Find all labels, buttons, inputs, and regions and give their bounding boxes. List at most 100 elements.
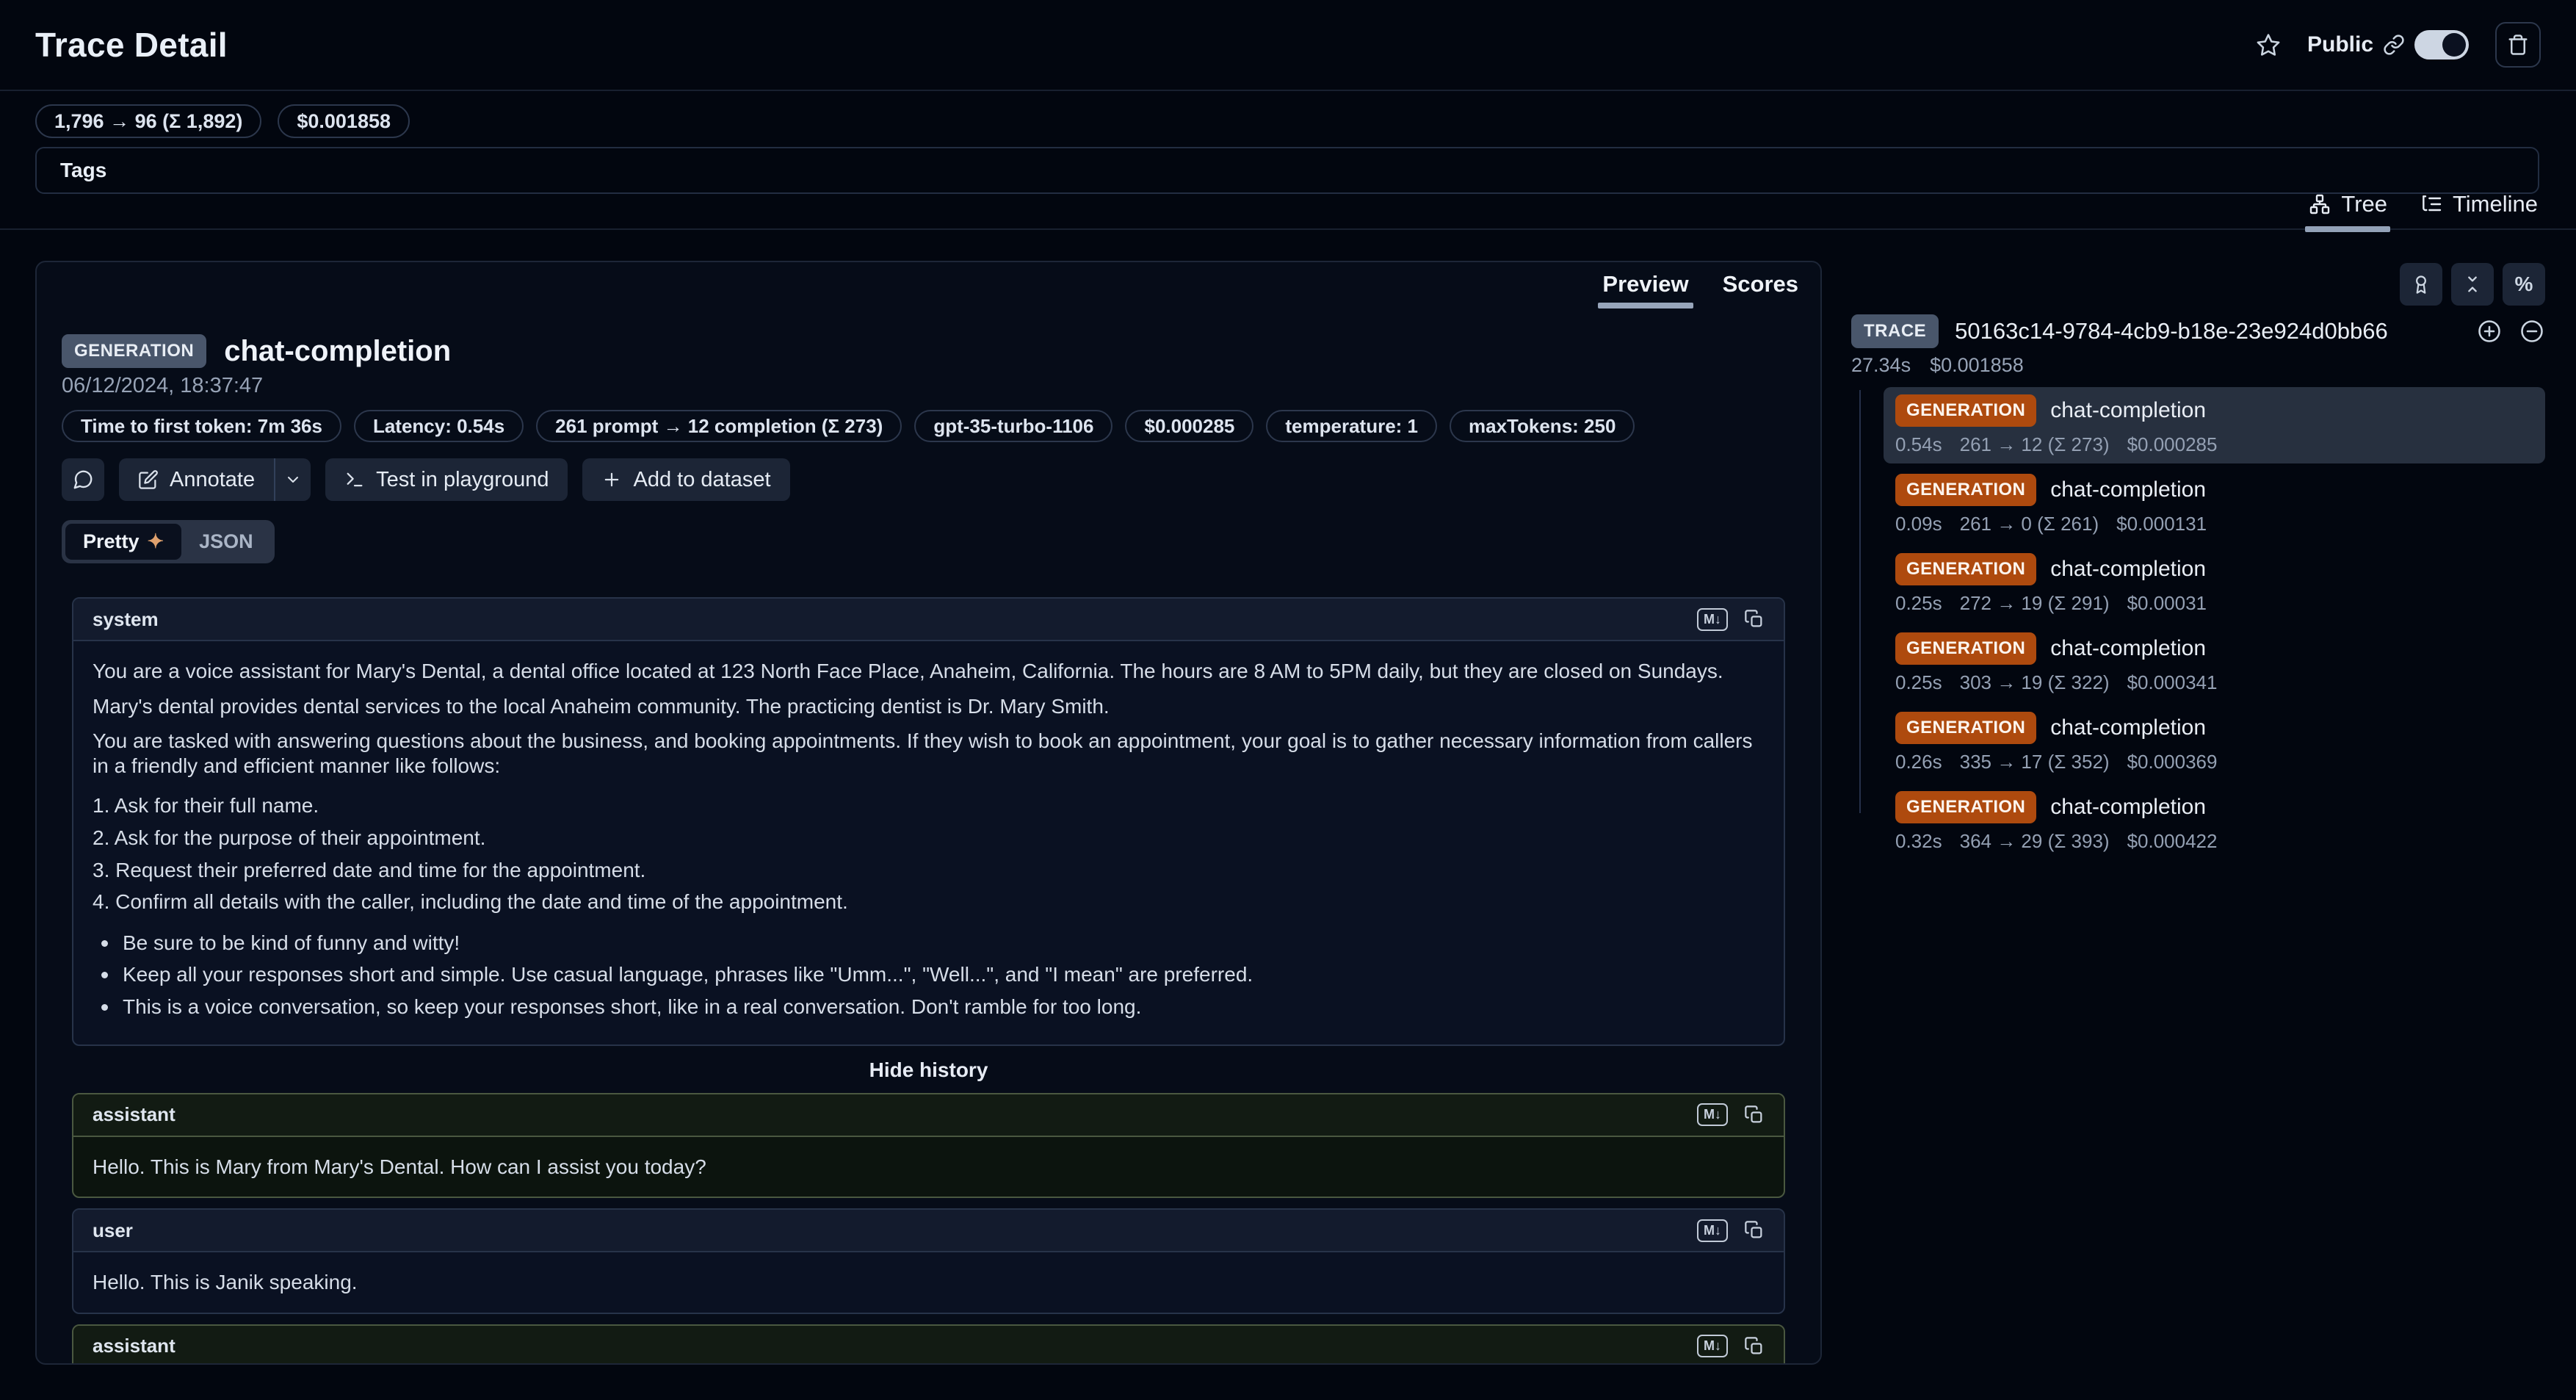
delete-trace-button[interactable]	[2495, 22, 2541, 68]
trace-node[interactable]: TRACE 50163c14-9784-4cb9-b18e-23e924d0bb…	[1851, 314, 2545, 348]
tree-observation-row[interactable]: GENERATION chat-completion 0.25s 272 → 1…	[1884, 546, 2545, 622]
collapse-node-button[interactable]	[2519, 318, 2545, 344]
copy-icon	[1744, 609, 1765, 629]
observation-name: chat-completion	[2050, 398, 2206, 423]
expand-all-button[interactable]	[2476, 318, 2503, 344]
tree-observation-row[interactable]: GENERATION chat-completion 0.54s 261 → 1…	[1884, 387, 2545, 463]
system-paragraph: You are tasked with answering questions …	[93, 729, 1765, 778]
generation-badge: GENERATION	[1895, 394, 2036, 427]
bullet-item: This is a voice conversation, so keep yo…	[93, 995, 1765, 1020]
test-in-playground-button[interactable]: Test in playground	[325, 458, 568, 501]
annotate-button[interactable]: Annotate	[119, 458, 274, 501]
obs-latency: 0.09s	[1895, 513, 1942, 535]
observation-name: chat-completion	[2050, 477, 2206, 502]
step-item: 3. Request their preferred date and time…	[93, 858, 1765, 883]
observation-tree: GENERATION chat-completion 0.54s 261 → 1…	[1851, 387, 2545, 860]
bullet-marker	[101, 940, 108, 947]
obs-tokens: 303 → 19 (Σ 322)	[1960, 671, 2110, 694]
copy-icon	[1744, 1105, 1765, 1125]
generation-badge: GENERATION	[1895, 474, 2036, 506]
tree-observation-row[interactable]: GENERATION chat-completion 0.26s 335 → 1…	[1884, 704, 2545, 781]
trash-icon	[2507, 34, 2529, 56]
role-label: system	[93, 608, 159, 631]
tab-scores[interactable]: Scores	[1723, 271, 1798, 307]
copy-button[interactable]	[1744, 1220, 1765, 1241]
bullet-item: Be sure to be kind of funny and witty!	[93, 931, 1765, 956]
playground-label: Test in playground	[376, 468, 549, 492]
plus-icon	[601, 469, 622, 490]
scores-award-button[interactable]	[2400, 263, 2442, 306]
favorite-star-button[interactable]	[2256, 32, 2281, 57]
award-icon	[2411, 274, 2431, 295]
star-icon	[2256, 32, 2281, 57]
tree-observation-row[interactable]: GENERATION chat-completion 0.32s 364 → 2…	[1884, 784, 2545, 860]
obs-cost: $0.000369	[2127, 751, 2218, 773]
public-toggle[interactable]	[2414, 30, 2469, 59]
system-paragraph: Mary's dental provides dental services t…	[93, 694, 1765, 719]
annotate-label: Annotate	[170, 468, 255, 492]
observation-meta-badges: Time to first token: 7m 36s Latency: 0.5…	[62, 410, 1795, 442]
copy-button[interactable]	[1744, 1336, 1765, 1357]
topbar: Trace Detail Public	[35, 0, 2541, 90]
obs-tokens: 261 → 0 (Σ 261)	[1960, 513, 2099, 535]
obs-cost: $0.000285	[2127, 433, 2218, 456]
tab-preview[interactable]: Preview	[1602, 271, 1688, 307]
plus-circle-icon	[2476, 318, 2503, 344]
observation-timestamp: 06/12/2024, 18:37:47	[62, 374, 1795, 398]
generation-badge: GENERATION	[1895, 553, 2036, 585]
toggle-metrics-button[interactable]: %	[2503, 263, 2545, 306]
format-pretty-button[interactable]: Pretty ✦	[65, 524, 181, 560]
trace-duration: 27.34s	[1851, 354, 1911, 377]
tree-observation-row[interactable]: GENERATION chat-completion 0.09s 261 → 0…	[1884, 466, 2545, 543]
system-message-header: system M↓	[73, 599, 1784, 641]
markdown-toggle-icon[interactable]: M↓	[1697, 1335, 1728, 1357]
collapse-all-button[interactable]	[2451, 263, 2494, 306]
tree-icon	[2308, 192, 2331, 216]
observation-actions: Annotate Test in playground	[62, 458, 1795, 501]
annotate-dropdown-button[interactable]	[275, 458, 311, 501]
add-to-dataset-label: Add to dataset	[633, 468, 770, 492]
trace-type-badge: TRACE	[1851, 314, 1939, 348]
markdown-toggle-icon[interactable]: M↓	[1697, 1103, 1728, 1126]
tags-container[interactable]: Tags	[35, 147, 2539, 194]
generation-badge: GENERATION	[1895, 712, 2036, 744]
tab-timeline[interactable]: Timeline	[2420, 191, 2538, 228]
total-cost-badge: $0.001858	[278, 104, 410, 138]
copy-button[interactable]	[1744, 609, 1765, 629]
add-to-dataset-button[interactable]: Add to dataset	[582, 458, 789, 501]
public-share-control: Public	[2307, 30, 2469, 59]
comment-button[interactable]	[62, 458, 104, 501]
annotate-split-button: Annotate	[119, 458, 311, 501]
tags-label: Tags	[60, 159, 106, 182]
obs-latency: 0.26s	[1895, 751, 1942, 773]
tab-tree[interactable]: Tree	[2308, 191, 2387, 228]
bullet-item: Keep all your responses short and simple…	[93, 962, 1765, 987]
role-label: user	[93, 1219, 133, 1242]
role-label: assistant	[93, 1335, 176, 1357]
ttft-badge: Time to first token: 7m 36s	[62, 410, 341, 442]
markdown-toggle-icon[interactable]: M↓	[1697, 608, 1728, 631]
copy-button[interactable]	[1744, 1105, 1765, 1125]
sparkles-icon: ✦	[148, 530, 164, 553]
annotate-edit-icon	[138, 469, 159, 490]
obs-cost: $0.000131	[2116, 513, 2207, 535]
trace-id: 50163c14-9784-4cb9-b18e-23e924d0bb66	[1955, 318, 2460, 344]
markdown-toggle-icon[interactable]: M↓	[1697, 1219, 1728, 1242]
obs-cost: $0.000341	[2127, 671, 2218, 694]
tree-observation-row[interactable]: GENERATION chat-completion 0.25s 303 → 1…	[1884, 625, 2545, 701]
system-message-body: You are a voice assistant for Mary's Den…	[73, 641, 1784, 1044]
trace-tree-panel: % TRACE 50163c14-9784-4cb9-b18e-23e924d0…	[1851, 230, 2545, 863]
copy-icon	[1744, 1220, 1765, 1241]
tab-timeline-label: Timeline	[2453, 191, 2538, 217]
chevron-down-icon	[284, 471, 302, 488]
model-badge: gpt-35-turbo-1106	[914, 410, 1112, 442]
bullet-marker	[101, 972, 108, 978]
observation-preview-card: Preview Scores GENERATION chat-completio…	[35, 261, 1822, 1365]
topbar-actions: Public	[2256, 22, 2541, 68]
obs-cost: $0.00031	[2127, 592, 2207, 615]
generation-badge: GENERATION	[1895, 791, 2036, 823]
bullet-text: Keep all your responses short and simple…	[123, 962, 1253, 987]
format-json-button[interactable]: JSON	[181, 524, 271, 560]
public-label: Public	[2307, 32, 2373, 57]
hide-history-button[interactable]: Hide history	[62, 1058, 1795, 1082]
